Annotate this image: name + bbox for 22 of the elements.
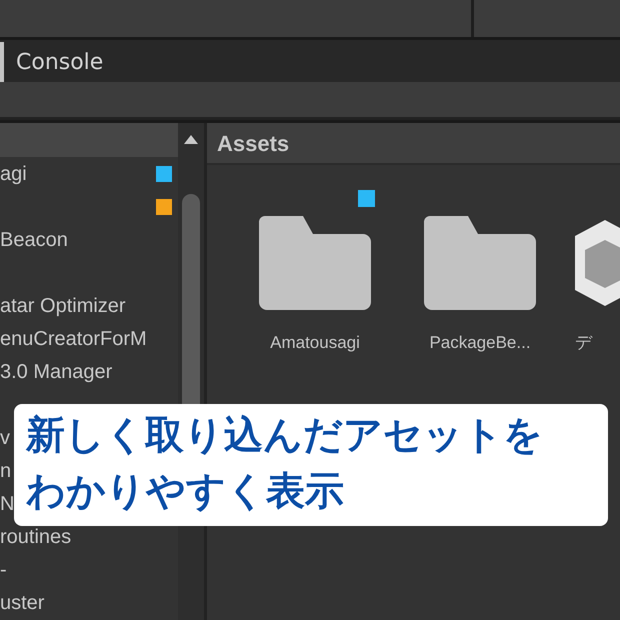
folder-icon — [424, 216, 536, 310]
asset-item[interactable]: デ — [575, 190, 620, 356]
tree-item[interactable]: 3.0 Manager — [0, 360, 112, 384]
asset-name: Amatousagi — [270, 332, 360, 354]
breadcrumb[interactable]: Assets — [217, 126, 290, 160]
folder-icon — [259, 216, 371, 310]
tree-item[interactable]: v — [0, 426, 10, 450]
tree-item[interactable]: Beacon — [0, 228, 68, 252]
caption-text: 新しく取り込んだアセットをわかりやすく表示 — [26, 412, 544, 516]
asset-item[interactable]: Amatousagi — [245, 190, 385, 356]
scroll-up-icon[interactable] — [184, 135, 198, 144]
tree-item[interactable]: atar Optimizer — [0, 294, 126, 318]
tree-item[interactable]: agi — [0, 162, 27, 186]
tree-item[interactable]: enuCreatorForM — [0, 326, 147, 350]
tree-item[interactable]: routines — [0, 524, 72, 548]
tree-item[interactable]: - — [0, 558, 7, 582]
tree-item[interactable]: uster — [0, 590, 44, 614]
asset-name: デ — [575, 332, 592, 354]
asset-item[interactable]: PackageBe... — [410, 190, 550, 356]
tree-item[interactable]: n — [0, 458, 12, 482]
tree-item[interactable]: N — [0, 492, 14, 516]
asset-name: PackageBe... — [429, 332, 531, 354]
